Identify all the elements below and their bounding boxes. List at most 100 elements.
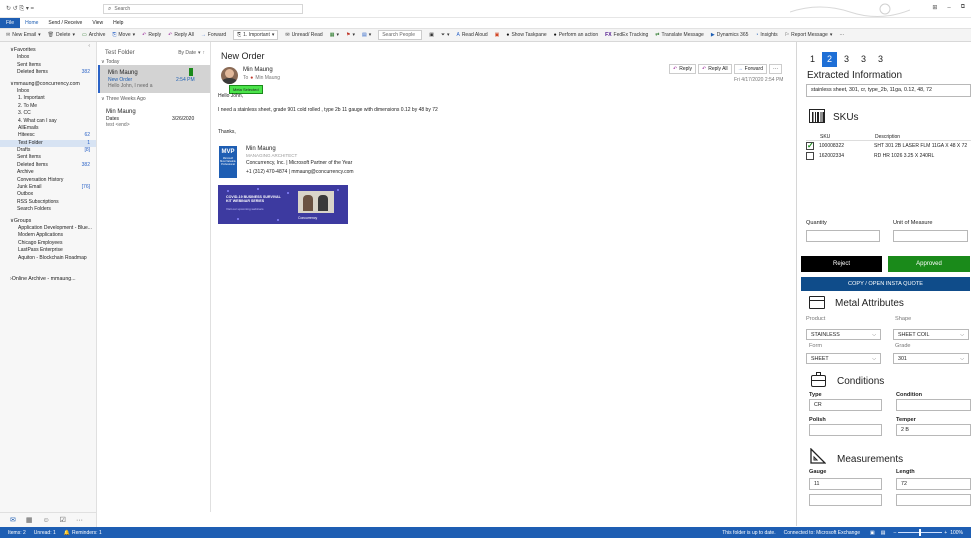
shape-select[interactable]: SHEET COIL ⌵: [893, 329, 969, 340]
minimize-icon[interactable]: –: [947, 5, 950, 11]
reply-all-button[interactable]: ↶ Reply All: [698, 64, 732, 74]
group-item[interactable]: Aquiton - Blockchain Roadmap: [0, 255, 96, 262]
tab-home[interactable]: Home: [20, 18, 44, 29]
normal-view-icon[interactable]: ▣: [870, 530, 875, 536]
gauge-input[interactable]: 11: [809, 478, 882, 490]
search-box[interactable]: ⌕ Search: [103, 4, 303, 14]
folder-item[interactable]: Search Folders: [0, 206, 96, 213]
quantity-input[interactable]: [806, 230, 880, 242]
zoom-out-button[interactable]: –: [894, 530, 897, 536]
dynamics-button[interactable]: ▶ Dynamics 365: [711, 32, 749, 38]
product-select[interactable]: STAINLESS ⌵: [806, 329, 881, 340]
reject-button[interactable]: Reject: [801, 256, 882, 272]
grade-select[interactable]: 301 ⌵: [893, 353, 969, 364]
group-item[interactable]: Modern Applications: [0, 232, 96, 239]
sku-row[interactable]: ✓ 100008322 SHT 301 2B LASER FLM 11GA X 48…: [806, 141, 971, 151]
type-input[interactable]: CR: [809, 399, 882, 411]
forward-button[interactable]: → Forward: [201, 32, 226, 38]
report-message-button[interactable]: ⚐ Report Message ▾: [785, 32, 833, 38]
step-tab[interactable]: 3: [839, 52, 854, 67]
tab-view[interactable]: View: [87, 18, 108, 28]
quick-access-toolbar[interactable]: ↻ ↺ ⎘ ▾ =: [6, 5, 34, 13]
move-button[interactable]: ⎘ Move ▾: [112, 32, 135, 38]
tab-help[interactable]: Help: [108, 18, 128, 28]
categorize-button[interactable]: ▦ ▾: [330, 32, 339, 38]
step-tab[interactable]: 1: [805, 52, 820, 67]
archive-button[interactable]: ▭ Archive: [82, 32, 105, 38]
tab-file[interactable]: File: [0, 18, 21, 28]
message-item[interactable]: Min Maung Dates 3/26/2020 test <end>: [98, 103, 210, 129]
rules-button[interactable]: ▤ ▾: [362, 32, 371, 38]
folder-item[interactable]: Test Folder 1: [0, 139, 96, 148]
folder-item[interactable]: Conversation History: [0, 177, 96, 184]
insights-button[interactable]: ◔ Insights: [755, 32, 777, 38]
unit-of-measure-input[interactable]: [893, 230, 968, 242]
folder-item[interactable]: Inbox: [0, 88, 96, 95]
mail-icon[interactable]: ✉: [10, 516, 16, 524]
thickness-input[interactable]: [896, 494, 971, 506]
show-taskpane-button[interactable]: ● Show Taskpane: [506, 32, 546, 38]
restore-icon[interactable]: ⧉: [961, 4, 965, 11]
address-book-button[interactable]: ▣: [429, 32, 434, 38]
collapse-pane-icon[interactable]: ‹: [88, 43, 90, 49]
search-people-input[interactable]: Search People: [378, 30, 423, 40]
tab-send-receive[interactable]: Send / Receive: [43, 18, 87, 28]
step-tab[interactable]: 2: [822, 52, 837, 67]
favorites-header[interactable]: ∨Favorites: [0, 47, 96, 54]
ribbon-display-icon[interactable]: ⊞: [932, 4, 937, 11]
copy-insta-quote-button[interactable]: COPY / OPEN INSTA QUOTE: [801, 277, 970, 291]
folder-item[interactable]: 1. Important: [0, 95, 96, 102]
condition-input[interactable]: [896, 399, 971, 411]
sort-dropdown[interactable]: By Date ▾ ↑: [178, 50, 205, 56]
translate-button[interactable]: ⇄ Translate Message: [655, 32, 704, 38]
people-icon[interactable]: ☺: [43, 517, 50, 524]
tasks-icon[interactable]: ☑: [60, 516, 66, 524]
sku-row[interactable]: 162002334 RD HR 1026 3.25 X 240RL: [806, 151, 971, 161]
folder-item[interactable]: Junk Email [76]: [0, 184, 96, 191]
folder-item[interactable]: Hiteesc 62: [0, 132, 96, 139]
checkbox[interactable]: [806, 152, 814, 160]
perform-action-button[interactable]: ● Perform an action: [554, 32, 599, 38]
groups-header[interactable]: ∨Groups: [0, 218, 96, 225]
zoom-slider-thumb[interactable]: [919, 529, 922, 536]
favorite-item[interactable]: Sent Items: [0, 62, 96, 69]
account-header[interactable]: ∨mmaung@concurrency.com: [0, 81, 96, 88]
more-commands-button[interactable]: ···: [839, 32, 844, 38]
folder-item[interactable]: 2. To Me: [0, 103, 96, 110]
reading-view-icon[interactable]: ▤: [881, 530, 886, 536]
folder-item[interactable]: RSS Subscriptions: [0, 199, 96, 206]
checked-checkbox[interactable]: ✓: [806, 141, 814, 150]
reply-button[interactable]: ↶ Reply: [142, 32, 161, 38]
group-item[interactable]: Application Development - Blue...: [0, 225, 96, 232]
group-header-older[interactable]: ∨ Three Weeks Ago: [101, 96, 146, 102]
folder-item[interactable]: 3. CC: [0, 110, 96, 117]
recipient-name[interactable]: Min Maung: [255, 75, 280, 81]
sort-direction-arrow[interactable]: ↑: [203, 50, 206, 56]
new-email-button[interactable]: ✉ New Email ▾: [6, 32, 41, 38]
folder-item[interactable]: Deleted Items 382: [0, 162, 96, 169]
flag-button[interactable]: ⚑ ▾: [346, 32, 355, 38]
quick-steps-dropdown[interactable]: ⎘ 1. Important ▾: [233, 30, 279, 40]
zoom-level[interactable]: 100%: [950, 530, 963, 536]
sender-name[interactable]: Min Maung: [243, 67, 273, 73]
form-select[interactable]: SHEET ⌵: [806, 353, 881, 364]
favorite-item[interactable]: Deleted Items 382: [0, 69, 96, 76]
more-modules-icon[interactable]: ···: [76, 517, 83, 524]
fedex-tracking-button[interactable]: FX FedEx Tracking: [605, 32, 648, 38]
unread-read-button[interactable]: ✉ Unread/ Read: [285, 32, 322, 38]
reply-button[interactable]: ↶ Reply: [669, 64, 696, 74]
webinar-banner[interactable]: COVID-19 BUSINESS SURVIVAL KIT WEBINAR S…: [218, 185, 348, 224]
favorite-item[interactable]: Inbox: [0, 54, 96, 61]
forward-button[interactable]: → Forward: [733, 64, 767, 74]
calendar-icon[interactable]: ▦: [26, 516, 33, 524]
online-archive-folder[interactable]: ›Online Archive - mmaung...: [0, 276, 96, 283]
zoom-in-button[interactable]: +: [944, 530, 947, 536]
approved-button[interactable]: Approved: [888, 256, 970, 272]
more-actions-button[interactable]: ···: [769, 64, 782, 74]
reply-all-button[interactable]: ↶ Reply All: [168, 32, 194, 38]
read-aloud-button[interactable]: A Read Aloud: [456, 32, 487, 38]
folder-item[interactable]: Sent Items: [0, 154, 96, 161]
delete-button[interactable]: 🗑 Delete ▾: [48, 32, 75, 38]
office-addin-button[interactable]: ▣: [495, 32, 500, 38]
group-item[interactable]: Chicago Employees: [0, 240, 96, 247]
